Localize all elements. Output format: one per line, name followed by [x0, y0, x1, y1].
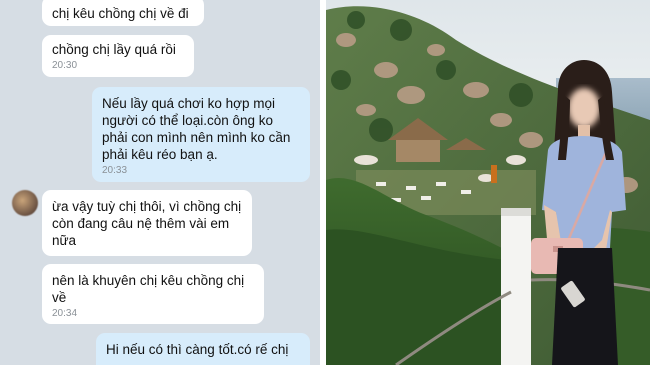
message-line: nữa [52, 233, 77, 248]
message-bubble-incoming: chồng chị lầy quá rồi 20:30 [42, 35, 194, 77]
chat-panel: chị kêu chồng chị về đi chồng chị lầy qu… [0, 0, 320, 365]
message-line: Hi nếu có thì càng tốt.có rế chị [106, 342, 289, 357]
photo-image [326, 0, 650, 365]
message-line: phải con mình nên mình ko cần [102, 130, 291, 145]
message-bubble-outgoing: Nếu lầy quá chơi ko hợp mọi người có thể… [92, 87, 310, 182]
message-text: chị kêu chồng chị về đi [52, 6, 189, 21]
message-line: còn đang câu nệ thêm vài em [52, 216, 230, 231]
message-line: Nếu lầy quá chơi ko hợp mọi [102, 96, 276, 111]
message-bubble-incoming: nên là khuyên chị kêu chồng chị về 20:34 [42, 264, 264, 324]
railing-post [501, 208, 531, 365]
message-text: chồng chị lầy quá rồi [52, 42, 176, 57]
message-line: ừa vậy tuỳ chị thôi, vì chồng chị [52, 199, 242, 214]
message-timestamp: 20:33 [102, 165, 128, 176]
message-line: người có thể loại.còn ông ko [102, 113, 273, 128]
message-line: phải kêu réo bạn ạ. [102, 147, 218, 162]
message-line: về [52, 290, 67, 305]
message-timestamp: 20:30 [52, 60, 78, 71]
message-bubble-incoming: ừa vậy tuỳ chị thôi, vì chồng chị còn đa… [42, 190, 252, 256]
message-bubble-incoming: chị kêu chồng chị về đi [42, 0, 204, 26]
message-bubble-outgoing: Hi nếu có thì càng tốt.có rế chị [96, 333, 310, 365]
message-timestamp: 20:34 [52, 308, 78, 319]
message-line: nên là khuyên chị kêu chồng chị [52, 273, 245, 288]
photo-panel [326, 0, 650, 365]
contact-avatar[interactable] [12, 190, 38, 216]
